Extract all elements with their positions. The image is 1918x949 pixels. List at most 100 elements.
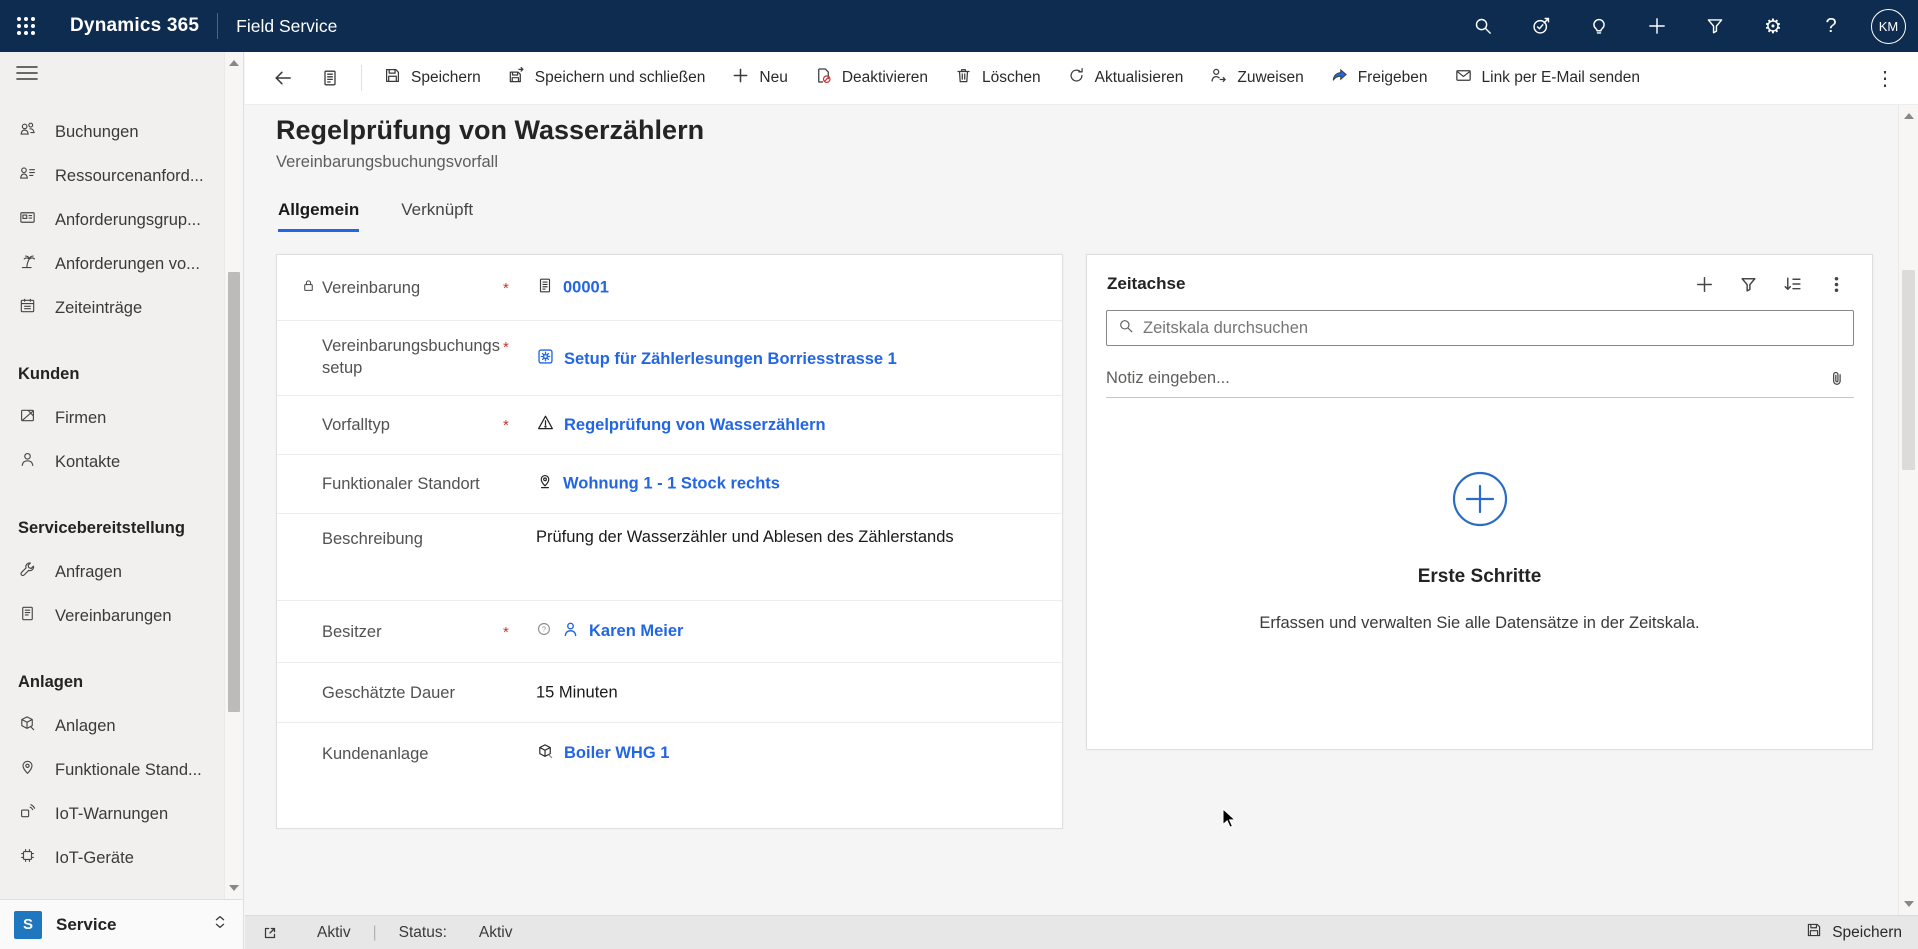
general-form-section: Vereinbarung * 00001 Vereinbarungsbuchun… bbox=[276, 254, 1063, 829]
location-pin-icon bbox=[536, 473, 554, 496]
new-button[interactable]: Neu bbox=[718, 58, 800, 98]
sidebar-scrollbar[interactable] bbox=[224, 52, 243, 899]
lightbulb-icon[interactable] bbox=[1575, 0, 1623, 52]
sidebar-item-zeiteintraege[interactable]: Zeiteinträge bbox=[0, 286, 223, 330]
sidebar-item-iot-warnungen[interactable]: IoT-Warnungen bbox=[0, 792, 223, 836]
main-scrollbar[interactable] bbox=[1898, 105, 1918, 915]
company-folder-icon bbox=[18, 406, 37, 430]
area-switcher[interactable]: S Service bbox=[0, 899, 243, 949]
geschaetzte-dauer-value[interactable]: 15 Minuten bbox=[536, 683, 618, 702]
footer-save-button[interactable]: Speichern bbox=[1805, 921, 1902, 944]
tab-verknuepft[interactable]: Verknüpft bbox=[401, 200, 473, 232]
tab-allgemein[interactable]: Allgemein bbox=[278, 200, 359, 232]
note-input-row[interactable]: Notiz eingeben... bbox=[1106, 360, 1854, 398]
required-asterisk: * bbox=[503, 280, 509, 297]
field-row-geschaetzte-dauer: Geschätzte Dauer 15 Minuten bbox=[277, 663, 1062, 723]
wrench-icon bbox=[18, 560, 37, 584]
note-placeholder[interactable]: Notiz eingeben... bbox=[1106, 369, 1810, 388]
delete-button[interactable]: Löschen bbox=[941, 58, 1054, 98]
timeline-filter-icon[interactable] bbox=[1730, 269, 1766, 299]
quick-create-plus-icon[interactable] bbox=[1633, 0, 1681, 52]
kundenanlage-link[interactable]: Boiler WHG 1 bbox=[564, 744, 669, 763]
timeline-add-plus-icon[interactable] bbox=[1686, 269, 1722, 299]
deactivate-button[interactable]: Deaktivieren bbox=[801, 58, 941, 98]
task-check-icon[interactable] bbox=[1517, 0, 1565, 52]
dynamics-365-window: Dynamics 365 Field Service ⚙ ? KM bbox=[0, 0, 1918, 949]
help-icon[interactable]: ? bbox=[1807, 0, 1855, 52]
get-started-plus-circle-icon[interactable] bbox=[1444, 522, 1516, 539]
product-name[interactable]: Dynamics 365 bbox=[70, 15, 199, 37]
app-name[interactable]: Field Service bbox=[236, 16, 337, 37]
field-label: Besitzer bbox=[322, 620, 500, 642]
vorfalltyp-link[interactable]: Regelprüfung von Wasserzählern bbox=[564, 416, 826, 435]
top-navigation-bar: Dynamics 365 Field Service ⚙ ? KM bbox=[0, 0, 1918, 52]
settings-gear-icon[interactable]: ⚙ bbox=[1749, 0, 1797, 52]
scroll-down-icon[interactable] bbox=[1904, 901, 1914, 907]
filter-icon[interactable] bbox=[1691, 0, 1739, 52]
search-icon[interactable] bbox=[1459, 0, 1507, 52]
sidebar-item-label: IoT-Warnungen bbox=[55, 805, 168, 824]
sidebar-item-kontakte[interactable]: Kontakte bbox=[0, 440, 223, 484]
beschreibung-value[interactable]: Prüfung der Wasserzähler und Ablesen des… bbox=[536, 528, 954, 547]
field-label: Funktionaler Standort bbox=[322, 473, 500, 495]
app-launcher-waffle-icon[interactable] bbox=[0, 0, 52, 52]
expand-popout-icon[interactable] bbox=[261, 924, 279, 942]
user-avatar[interactable]: KM bbox=[1871, 9, 1906, 44]
sidebar-section-kunden: Kunden bbox=[0, 352, 223, 396]
more-commands-icon[interactable]: ⋮ bbox=[1862, 58, 1908, 98]
save-and-close-button[interactable]: Speichern und schließen bbox=[494, 58, 719, 98]
form-selector-icon[interactable] bbox=[307, 58, 353, 98]
timeline-expand-all-icon[interactable] bbox=[1774, 269, 1810, 299]
sidebar-item-iot-geraete[interactable]: IoT-Geräte bbox=[0, 836, 223, 880]
sidebar-item-firmen[interactable]: Firmen bbox=[0, 396, 223, 440]
besitzer-link[interactable]: Karen Meier bbox=[589, 622, 683, 641]
field-label: Beschreibung bbox=[322, 528, 500, 550]
sidebar-item-label: IoT-Geräte bbox=[55, 849, 134, 868]
area-switcher-label: Service bbox=[56, 915, 197, 935]
back-button[interactable] bbox=[259, 58, 307, 98]
vereinbarung-link[interactable]: 00001 bbox=[563, 278, 609, 297]
collapse-sidebar-hamburger-icon[interactable] bbox=[16, 64, 38, 85]
refresh-button[interactable]: Aktualisieren bbox=[1054, 58, 1197, 98]
booking-setup-link[interactable]: Setup für Zählerlesungen Borriesstrasse … bbox=[564, 350, 897, 369]
main-scrollbar-thumb[interactable] bbox=[1902, 270, 1915, 470]
sidebar-item-label: Zeiteinträge bbox=[55, 299, 142, 318]
save-button[interactable]: Speichern bbox=[370, 58, 494, 98]
sidebar-item-buchungen[interactable]: Buchungen bbox=[0, 110, 223, 154]
location-pin-icon bbox=[18, 758, 37, 782]
sidebar-item-vereinbarungen[interactable]: Vereinbarungen bbox=[0, 594, 223, 638]
share-button[interactable]: Freigeben bbox=[1317, 58, 1441, 98]
required-asterisk: * bbox=[503, 624, 509, 641]
timeline-search-input[interactable] bbox=[1143, 319, 1843, 338]
email-link-icon bbox=[1454, 66, 1473, 90]
timeline-search-box[interactable] bbox=[1106, 310, 1854, 346]
bookings-people-icon bbox=[18, 120, 37, 144]
field-label: Vereinbarung bbox=[322, 276, 500, 298]
sidebar-scrollbar-thumb[interactable] bbox=[228, 272, 240, 712]
scroll-down-icon[interactable] bbox=[229, 885, 239, 891]
sidebar-item-anfragen[interactable]: Anfragen bbox=[0, 550, 223, 594]
paperclip-icon[interactable] bbox=[1818, 364, 1854, 394]
sidebar-item-anforderungen-von[interactable]: Anforderungen vo... bbox=[0, 242, 223, 286]
chevron-up-down-icon bbox=[211, 911, 229, 938]
timeline-more-options-icon[interactable] bbox=[1818, 269, 1854, 299]
sidebar-item-anforderungsgruppen[interactable]: Anforderungsgrup... bbox=[0, 198, 223, 242]
scroll-up-icon[interactable] bbox=[1904, 113, 1914, 119]
field-label: Vorfalltyp bbox=[322, 414, 500, 436]
topbar-divider bbox=[217, 13, 218, 39]
field-row-besitzer: Besitzer * ? Karen Meier bbox=[277, 601, 1062, 663]
required-asterisk: * bbox=[503, 339, 509, 356]
sidebar-item-anlagen[interactable]: Anlagen bbox=[0, 704, 223, 748]
sidebar-item-funktionale-standorte[interactable]: Funktionale Stand... bbox=[0, 748, 223, 792]
form-tabs: Allgemein Verknüpft bbox=[278, 200, 473, 232]
sidebar-item-label: Vereinbarungen bbox=[55, 607, 172, 626]
assign-button[interactable]: Zuweisen bbox=[1196, 58, 1316, 98]
email-link-button[interactable]: Link per E-Mail senden bbox=[1441, 58, 1654, 98]
status-value: Aktiv bbox=[479, 924, 513, 942]
funktionaler-standort-link[interactable]: Wohnung 1 - 1 Stock rechts bbox=[563, 475, 780, 494]
document-icon bbox=[536, 276, 554, 299]
sidebar-item-ressourcenanforderungen[interactable]: Ressourcenanford... bbox=[0, 154, 223, 198]
sidebar-item-label: Kontakte bbox=[55, 453, 120, 472]
sidebar-item-label: Ressourcenanford... bbox=[55, 167, 204, 186]
scroll-up-icon[interactable] bbox=[229, 60, 239, 66]
